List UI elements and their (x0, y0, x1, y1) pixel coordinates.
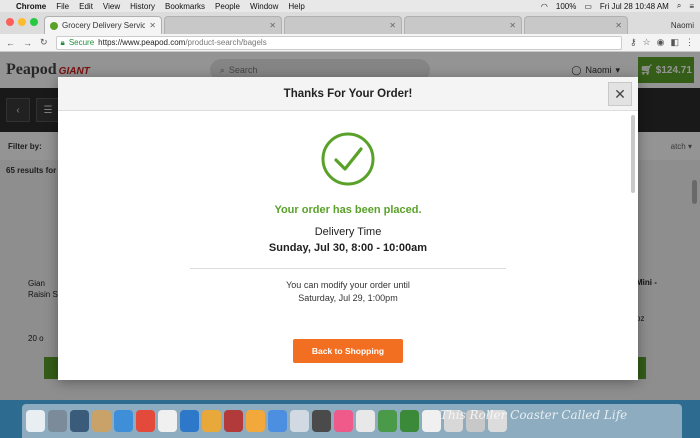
extension-icon[interactable]: ◉ (657, 37, 665, 48)
modify-deadline: You can modify your order until Saturday… (58, 279, 638, 305)
dock-app-icon[interactable] (92, 410, 111, 432)
dock-app-icon[interactable] (268, 410, 287, 432)
modify-line-2: Saturday, Jul 29, 1:00pm (298, 293, 398, 303)
menu-file[interactable]: File (56, 2, 69, 11)
zoom-window-icon[interactable] (30, 18, 38, 26)
minimize-window-icon[interactable] (18, 18, 26, 26)
dock-app-icon[interactable] (356, 410, 375, 432)
dock-app-icon[interactable] (246, 410, 265, 432)
tab-close-icon[interactable]: ✕ (615, 21, 622, 30)
dock-app-icon[interactable] (180, 410, 199, 432)
modal-title: Thanks For Your Order! (283, 87, 413, 100)
menu-history[interactable]: History (130, 2, 155, 11)
dock-app-icon[interactable] (312, 410, 331, 432)
dock-app-icon[interactable] (114, 410, 133, 432)
order-status: Your order has been placed. (274, 204, 422, 216)
spotlight-icon[interactable]: ⌕ (677, 1, 681, 11)
dock-app-icon[interactable] (48, 410, 67, 432)
close-window-icon[interactable] (6, 18, 14, 26)
macos-menu-bar: Chrome File Edit View History Bookmarks … (0, 0, 700, 12)
window-controls (6, 18, 38, 26)
delivery-time-label: Delivery Time (314, 226, 382, 238)
dock-app-icon[interactable] (26, 410, 45, 432)
tab-grocery[interactable]: Grocery Delivery Service | O ✕ (44, 16, 162, 34)
back-icon[interactable]: ← (6, 38, 15, 48)
dock-app-icon[interactable] (136, 410, 155, 432)
star-icon[interactable]: ☆ (643, 37, 651, 48)
tab-4[interactable]: ✕ (404, 16, 522, 34)
dock-app-icon[interactable] (158, 410, 177, 432)
dock-app-icon[interactable] (202, 410, 221, 432)
dock-app-icon[interactable] (378, 410, 397, 432)
forward-icon[interactable]: → (23, 38, 32, 48)
dock-app-icon[interactable] (400, 410, 419, 432)
menu-bookmarks[interactable]: Bookmarks (165, 2, 205, 11)
modal-body: Your order has been placed. Delivery Tim… (58, 111, 638, 363)
order-confirmation-modal: Thanks For Your Order! ✕ Your order has … (58, 77, 638, 380)
extension-icon[interactable]: ◧ (670, 37, 679, 48)
dock-app-icon[interactable] (334, 410, 353, 432)
address-bar[interactable]: 🔒︎ Secure https://www.peapod.com/product… (55, 35, 622, 50)
menu-help[interactable]: Help (288, 2, 304, 11)
status-area: ◠ 100% ▭ Fri Jul 28 10:48 AM ⌕ ≡ (541, 1, 694, 11)
back-to-shopping-button[interactable]: Back to Shopping (293, 339, 403, 363)
menu-list-icon[interactable]: ≡ (689, 2, 694, 11)
toolbar-extensions: ⚷ ☆ ◉ ◧ ⋮ (630, 37, 694, 48)
profile-button[interactable]: Naomi (671, 21, 700, 30)
checkmark-circle-icon (321, 132, 375, 186)
tab-close-icon[interactable]: ✕ (509, 21, 516, 30)
dock-app-icon[interactable] (70, 410, 89, 432)
menu-window[interactable]: Window (250, 2, 278, 11)
dock-app-icon[interactable] (422, 410, 441, 432)
clock[interactable]: Fri Jul 28 10:48 AM (600, 2, 669, 11)
divider (190, 268, 506, 269)
tab-close-icon[interactable]: ✕ (149, 21, 156, 30)
tab-3[interactable]: ✕ (284, 16, 402, 34)
close-icon: ✕ (614, 85, 626, 102)
url-path: /product-search/bagels (185, 38, 267, 47)
url-host: https://www.peapod.com (98, 38, 186, 47)
tab-close-icon[interactable]: ✕ (269, 21, 276, 30)
tab-2[interactable]: ✕ (164, 16, 282, 34)
close-button[interactable]: ✕ (608, 82, 632, 106)
delivery-time-value: Sunday, Jul 30, 8:00 - 10:00am (268, 242, 428, 254)
menu-view[interactable]: View (103, 2, 120, 11)
page: Peapod GIANT ⌕ Search ◯ Naomi ▾ 🛒︎ $124.7… (0, 52, 700, 400)
modal-scrollbar[interactable] (631, 115, 635, 193)
profile-name: Naomi (670, 21, 694, 30)
lock-icon: 🔒︎ (60, 37, 65, 47)
browser-toolbar: ← → ↻ 🔒︎ Secure https://www.peapod.com/p… (0, 34, 700, 52)
secure-label: Secure (68, 38, 95, 47)
tab-5[interactable]: ✕ (524, 16, 628, 34)
wifi-icon[interactable]: ◠ (541, 2, 548, 11)
battery-icon: ▭ (584, 1, 592, 11)
tab-title: Grocery Delivery Service | O (62, 21, 146, 30)
dock-app-icon[interactable] (290, 410, 309, 432)
url-text: https://www.peapod.com/product-search/ba… (98, 38, 267, 47)
battery-text[interactable]: 100% (556, 2, 576, 11)
modify-line-1: You can modify your order until (286, 280, 410, 290)
menu-edit[interactable]: Edit (79, 2, 93, 11)
watermark: This Roller Coaster Called Life (440, 408, 628, 422)
key-icon[interactable]: ⚷ (630, 37, 637, 48)
more-icon[interactable]: ⋮ (685, 37, 694, 48)
browser-tab-strip: Grocery Delivery Service | O ✕ ✕ ✕ ✕ ✕ N… (0, 12, 700, 34)
modal-header: Thanks For Your Order! ✕ (58, 77, 638, 111)
menu-people[interactable]: People (215, 2, 240, 11)
menu-app-name[interactable]: Chrome (16, 2, 46, 11)
peapod-favicon-icon (50, 21, 58, 30)
tab-close-icon[interactable]: ✕ (389, 21, 396, 30)
dock-app-icon[interactable] (224, 410, 243, 432)
reload-icon[interactable]: ↻ (40, 37, 48, 48)
